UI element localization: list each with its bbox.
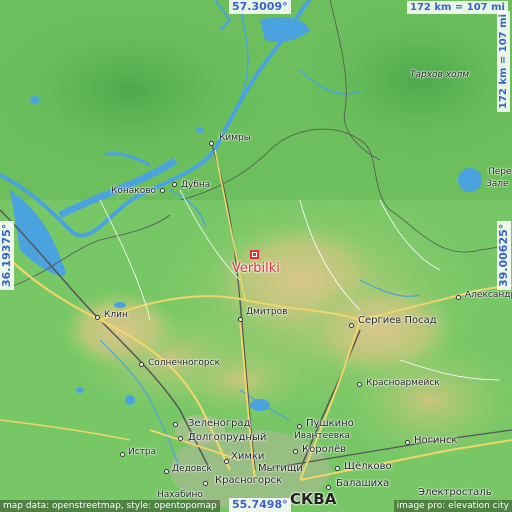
focus-place-marker[interactable] [250,250,259,259]
place-label-konakovo[interactable]: Конаково [111,186,156,197]
place-dot-klin [95,315,100,320]
place-label-zelenograd[interactable]: Зеленоград [188,418,250,429]
place-dot-dmitrov [238,317,243,322]
place-label-klin[interactable]: Клин [104,310,128,321]
place-label-aleksandrov[interactable]: Александр [465,290,512,301]
place-label-sergiev-posad[interactable]: Сергиев Посад [358,315,437,326]
right-longitude-label: 39.00625° [497,220,511,290]
place-dot-korolyov [293,449,298,454]
place-label-korolyov[interactable]: Королёв [302,444,346,455]
place-label-moscow[interactable]: СКВА [290,492,336,507]
scale-bar-vertical: 172 km = 107 mi [497,11,510,112]
place-dot-zelenograd [173,422,178,427]
place-label-dmitrov[interactable]: Дмитров [246,307,287,318]
place-label-tarkhov-kholm[interactable]: Тархов холм [410,70,469,81]
place-label-dolgoprudny[interactable]: Долгопрудный [188,432,266,443]
place-dot-solnechnogorsk [139,362,144,367]
place-label-khimki[interactable]: Химки [231,451,264,462]
place-label-krasnoarmeysk[interactable]: Красноармейск [366,378,440,389]
place-label-shchyolkovo[interactable]: Щёлково [344,461,392,472]
place-label-pereslavl[interactable]: Пере [488,167,512,178]
place-label-kimry[interactable]: Кимры [219,133,251,144]
topographic-map[interactable]: 57.3009° 55.7498° 36.19375° 39.00625° 17… [0,0,512,512]
place-label-dedovsk[interactable]: Дедовск [172,464,212,475]
left-longitude-label: 36.19375° [0,220,14,290]
focus-place-label[interactable]: Verbilki [232,261,280,276]
top-latitude-label: 57.3009° [229,0,291,14]
place-dot-pushkino [297,424,302,429]
place-dot-sergiev-posad [349,323,354,328]
place-label-krasnogorsk[interactable]: Красногорск [215,475,282,486]
place-label-balashikha[interactable]: Балашиха [336,478,389,489]
place-dot-shchyolkovo [335,466,340,471]
elevation-attribution: image pro: elevation city [393,500,512,512]
map-attribution: map data: openstreetmap, style: opentopo… [0,500,220,512]
place-label-istra[interactable]: Истра [128,447,156,458]
place-dot-dubna [172,182,177,187]
place-label-ivanteevka[interactable]: Ивантеевка [294,431,350,442]
place-label-pushkino[interactable]: Пушкино [306,418,354,429]
bottom-latitude-label: 55.7498° [229,498,291,512]
place-dot-krasnoarmeysk [357,382,362,387]
place-dot-noginsk [405,440,410,445]
place-dot-konakovo [160,188,165,193]
place-label-zalesye[interactable]: Зале [486,179,509,190]
place-label-mytishchi[interactable]: Мытищи [258,463,303,474]
place-label-elektrostal[interactable]: Электросталь [418,487,492,498]
place-dot-istra [120,452,125,457]
place-dot-aleksandrov [456,295,461,300]
place-dot-dolgoprudny [178,436,183,441]
place-dot-khimki [224,459,229,464]
place-label-noginsk[interactable]: Ногинск [414,435,457,446]
place-dot-dedovsk [164,469,169,474]
place-label-solnechnogorsk[interactable]: Солнечногорск [148,358,220,369]
place-dot-krasnogorsk [203,481,208,486]
place-label-dubna[interactable]: Дубна [181,180,210,191]
scale-bar-horizontal: 172 km = 107 mi [407,1,508,14]
place-dot-kimry [209,141,214,146]
